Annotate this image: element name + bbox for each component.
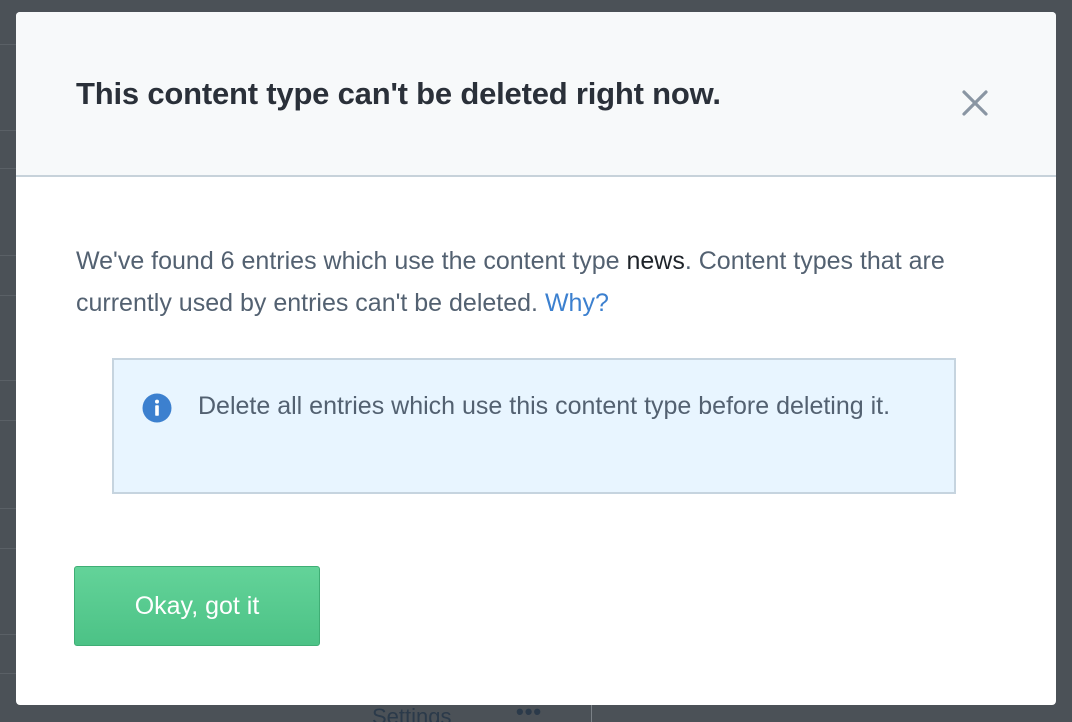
background-divider [591,705,592,722]
okay-got-it-button[interactable]: Okay, got it [74,566,320,646]
info-note-text: Delete all entries which use this conten… [198,392,891,420]
close-button[interactable] [956,84,994,122]
background-toolbar: Settings ••• [16,705,1056,722]
background-more-icon: ••• [516,705,543,722]
content-type-name: news [626,247,685,275]
info-note: Delete all entries which use this conten… [112,358,956,494]
dialog-message: We've found 6 entries which use the cont… [76,240,996,324]
message-prefix: We've found 6 entries which use the cont… [76,247,627,275]
info-icon [142,393,172,423]
dialog-title: This content type can't be deleted right… [76,76,721,111]
delete-content-type-dialog: This content type can't be deleted right… [16,12,1056,705]
background-page-edge [0,0,16,722]
dialog-header: This content type can't be deleted right… [16,12,1056,177]
why-link[interactable]: Why? [545,289,609,317]
close-icon [962,90,988,116]
background-settings-tab: Settings [372,705,452,722]
